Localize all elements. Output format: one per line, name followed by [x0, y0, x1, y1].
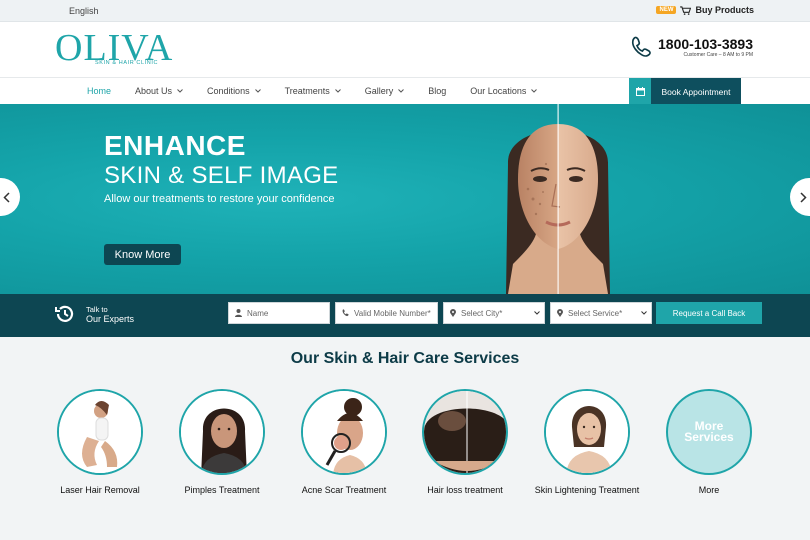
nav-label: Our Locations	[470, 86, 527, 96]
service-select[interactable]: Select Service*	[550, 302, 652, 324]
nav-item-our-locations[interactable]: Our Locations	[470, 86, 538, 96]
name-input[interactable]: Name	[228, 302, 330, 324]
nav-item-gallery[interactable]: Gallery	[365, 86, 405, 96]
chevron-down-icon	[177, 89, 183, 93]
service-label: Acne Scar Treatment	[301, 485, 387, 495]
name-placeholder: Name	[247, 308, 269, 318]
talk-line2: Our Experts	[86, 313, 135, 324]
logo-tagline: SKIN & HAIR CLINIC	[95, 60, 159, 66]
phone-number: 1800-103-3893	[658, 35, 753, 52]
carousel-next-button[interactable]	[790, 178, 810, 216]
chevron-left-icon	[3, 191, 10, 203]
customer-care[interactable]: 1800-103-3893 Customer Care – 8 AM to 9 …	[630, 35, 753, 59]
header: OLIVA SKIN & HAIR CLINIC 1800-103-3893 C…	[0, 22, 810, 77]
service-card-acne-scar-treatment[interactable]: Acne Scar Treatment	[289, 389, 399, 496]
skin-lightening-treatment-image	[544, 389, 630, 475]
location-pin-icon	[557, 309, 563, 317]
laser-hair-removal-image	[57, 389, 143, 475]
nav-label: About Us	[135, 86, 173, 96]
user-icon	[235, 309, 242, 317]
chevron-down-icon	[398, 89, 405, 93]
nav-label: Gallery	[364, 86, 394, 96]
nav-label: Home	[87, 86, 112, 96]
talk-to-experts: Talk to Our Experts	[54, 303, 134, 325]
hero-subtitle: Allow our treatments to restore your con…	[104, 193, 335, 205]
buy-products-link[interactable]: NEW Buy Products	[656, 5, 754, 15]
carousel-prev-button[interactable]	[0, 178, 20, 216]
hero-banner: ENHANCE SKIN & SELF IMAGE Allow our trea…	[0, 104, 810, 294]
talk-line1: Talk to	[86, 304, 108, 314]
more-services-circle: More Services	[666, 389, 752, 475]
oliva-logo[interactable]: OLIVA SKIN & HAIR CLINIC	[55, 29, 173, 67]
hero-title-line1: ENHANCE	[104, 130, 246, 161]
phone-icon	[342, 309, 349, 317]
hero-title-line2: SKIN & SELF IMAGE	[104, 162, 339, 189]
book-appointment-button[interactable]: Book Appointment	[629, 78, 741, 105]
history-clock-icon	[55, 305, 74, 322]
nav-item-treatments[interactable]: Treatments	[285, 86, 341, 96]
nav-label: Conditions	[207, 86, 250, 96]
acne-scar-treatment-image	[301, 389, 387, 475]
service-card-pimples-treatment[interactable]: Pimples Treatment	[167, 389, 277, 496]
nav-label: Treatments	[284, 86, 330, 96]
city-select[interactable]: Select City*	[443, 302, 545, 324]
nav-label: Blog	[428, 86, 447, 96]
chevron-down-icon	[334, 89, 341, 93]
service-label: Pimples Treatment	[184, 485, 260, 495]
chevron-down-icon	[641, 311, 647, 315]
nav-item-home[interactable]: Home	[87, 86, 111, 96]
new-badge: NEW	[656, 6, 677, 14]
customer-care-hours: Customer Care – 8 AM to 9 PM	[683, 51, 753, 58]
chevron-down-icon	[534, 311, 540, 315]
mobile-input[interactable]: Valid Mobile Number*	[335, 302, 438, 324]
service-placeholder: Select Service*	[568, 308, 623, 318]
main-nav: Home About Us Conditions Treatments Gall…	[0, 77, 810, 105]
chevron-down-icon	[254, 89, 261, 93]
service-card-laser-hair-removal[interactable]: Laser Hair Removal	[45, 389, 155, 496]
before-after-face-image	[506, 104, 610, 294]
services-heading: Our Skin & Hair Care Services	[290, 350, 520, 367]
service-card-hair-loss-treatment[interactable]: Hair loss treatment	[410, 389, 520, 496]
city-placeholder: Select City*	[461, 308, 503, 318]
chevron-right-icon	[800, 191, 807, 203]
service-label: More	[698, 485, 720, 495]
service-card-more[interactable]: More Services More	[654, 389, 764, 496]
location-pin-icon	[450, 309, 456, 317]
buy-products-label: Buy Products	[695, 5, 754, 15]
service-card-skin-lightening-treatment[interactable]: Skin Lightening Treatment	[532, 389, 642, 496]
hair-loss-treatment-image	[422, 389, 508, 475]
nav-item-blog[interactable]: Blog	[428, 86, 446, 96]
language-selector[interactable]: English	[69, 6, 99, 16]
more-services-text: More Services	[684, 419, 734, 444]
callback-bar: Talk to Our Experts Name Valid Mobile Nu…	[0, 294, 810, 337]
book-appointment-label: Book Appointment	[651, 78, 741, 105]
nav-item-about-us[interactable]: About Us	[135, 86, 183, 96]
service-label: Hair loss treatment	[427, 485, 503, 495]
know-more-button[interactable]: Know More	[104, 244, 181, 265]
request-callback-button[interactable]: Request a Call Back	[656, 302, 762, 324]
chevron-down-icon	[531, 89, 538, 93]
service-label: Skin Lightening Treatment	[534, 485, 640, 495]
calendar-icon	[629, 78, 651, 105]
pimples-treatment-image	[179, 389, 265, 475]
service-label: Laser Hair Removal	[60, 485, 140, 495]
cart-icon	[680, 5, 692, 15]
nav-item-conditions[interactable]: Conditions	[207, 86, 261, 96]
services-section: Our Skin & Hair Care Services Laser Hair…	[0, 337, 810, 540]
top-bar: English NEW Buy Products	[0, 0, 810, 22]
mobile-placeholder: Valid Mobile Number*	[354, 308, 431, 318]
phone-icon	[631, 36, 651, 57]
